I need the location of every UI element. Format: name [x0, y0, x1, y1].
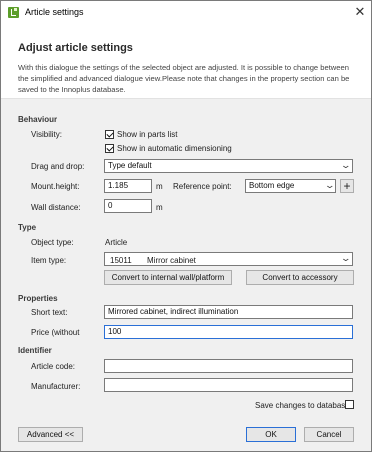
price-value: 100 — [108, 327, 122, 336]
wall-distance-unit: m — [156, 203, 163, 212]
short-text-label: Short text: — [31, 308, 68, 317]
reference-point-value: Bottom edge — [249, 181, 295, 190]
chevron-down-icon: ⌄ — [324, 180, 336, 190]
add-reference-point-button[interactable]: + — [340, 179, 354, 193]
section-properties: Properties — [18, 294, 58, 303]
show-in-parts-list-checkbox[interactable] — [105, 130, 114, 139]
section-behaviour: Behaviour — [18, 115, 58, 124]
mount-height-input[interactable]: 1.185 — [104, 179, 152, 193]
show-in-parts-list-label: Show in parts list — [117, 130, 178, 139]
object-type-label: Object type: — [31, 238, 74, 247]
mount-height-value: 1.185 — [108, 181, 129, 190]
save-to-database-checkbox[interactable] — [345, 400, 354, 409]
app-logo-icon — [8, 7, 19, 18]
drag-drop-label: Drag and drop: — [31, 162, 85, 171]
reference-point-label: Reference point: — [173, 182, 232, 191]
close-icon[interactable]: ✕ — [353, 5, 367, 19]
chevron-down-icon: ⌄ — [340, 160, 352, 170]
page-description: With this dialogue the settings of the s… — [18, 63, 350, 94]
visibility-label: Visibility: — [31, 130, 62, 139]
advanced-button[interactable]: Advanced << — [18, 427, 83, 442]
manufacturer-input[interactable] — [104, 378, 353, 392]
article-code-label: Article code: — [31, 362, 76, 371]
article-code-input[interactable] — [104, 359, 353, 373]
chevron-down-icon: ⌄ — [340, 253, 352, 263]
save-to-database-label: Save changes to database — [255, 401, 350, 410]
window-title: Article settings — [25, 7, 84, 17]
wall-distance-label: Wall distance: — [31, 203, 81, 212]
item-type-code: 15011 — [110, 256, 132, 265]
show-in-auto-dim-checkbox[interactable] — [105, 144, 114, 153]
convert-to-internal-wall-button[interactable]: Convert to internal wall/platform — [104, 270, 232, 285]
reference-point-select[interactable]: Bottom edge — [245, 179, 336, 193]
mount-height-unit: m — [156, 182, 163, 191]
item-type-name: Mirror cabinet — [147, 256, 196, 265]
item-type-select[interactable] — [104, 252, 353, 266]
page-title: Adjust article settings — [18, 42, 133, 54]
section-identifier: Identifier — [18, 346, 52, 355]
object-type-value: Article — [105, 238, 128, 247]
ok-button[interactable]: OK — [246, 427, 296, 442]
convert-to-accessory-button[interactable]: Convert to accessory — [246, 270, 354, 285]
price-input[interactable]: 100 — [104, 325, 353, 339]
short-text-value: Mirrored cabinet, indirect illumination — [108, 307, 239, 316]
short-text-input[interactable]: Mirrored cabinet, indirect illumination — [104, 305, 353, 319]
title-bar: Article settings ✕ — [1, 1, 371, 25]
manufacturer-label: Manufacturer: — [31, 382, 81, 391]
wall-distance-input[interactable]: 0 — [104, 199, 152, 213]
mount-height-label: Mount.height: — [31, 182, 80, 191]
section-type: Type — [18, 223, 37, 232]
drag-drop-select[interactable]: Type default — [104, 159, 353, 173]
wall-distance-value: 0 — [108, 201, 113, 210]
cancel-button[interactable]: Cancel — [304, 427, 354, 442]
drag-drop-value: Type default — [108, 161, 152, 170]
show-in-auto-dim-label: Show in automatic dimensioning — [117, 144, 232, 153]
item-type-label: Item type: — [31, 256, 67, 265]
price-label: Price (without — [31, 328, 80, 337]
